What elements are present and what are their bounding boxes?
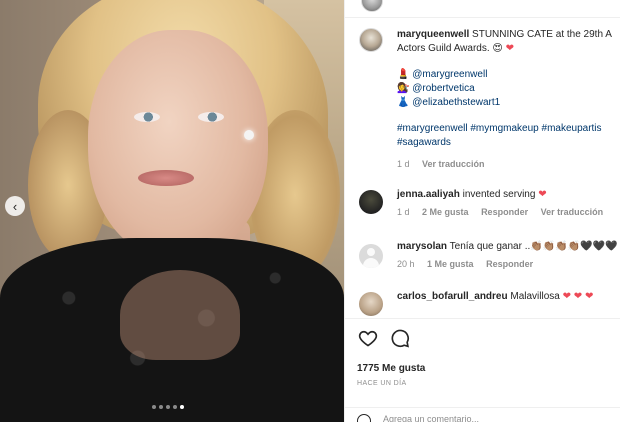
comments-list: maryqueenwell STUNNING CATE at the 29th … bbox=[345, 18, 620, 318]
default-avatar-icon[interactable] bbox=[359, 244, 383, 268]
reply-button[interactable]: Responder bbox=[481, 207, 528, 217]
comment-item: marysolan Tenía que ganar ..👏🏽👏🏽👏🏽👏🏽🖤🖤🖤 … bbox=[345, 240, 620, 269]
comment-time[interactable]: 1 d bbox=[397, 207, 410, 217]
comment-likes[interactable]: 2 Me gusta bbox=[422, 207, 469, 217]
carousel-dot bbox=[173, 405, 177, 409]
carousel-dot bbox=[166, 405, 170, 409]
smile-icon[interactable] bbox=[357, 414, 371, 422]
posted-ago[interactable]: HACE UN DÍA bbox=[357, 380, 407, 387]
reply-button[interactable]: Responder bbox=[486, 259, 533, 269]
heart-icon bbox=[358, 330, 378, 347]
chevron-left-icon: ‹ bbox=[12, 198, 18, 214]
photo-eye-right bbox=[198, 112, 224, 122]
author-avatar[interactable] bbox=[361, 0, 383, 12]
caption-text-line2: Actors Guild Awards. bbox=[397, 43, 490, 54]
translate-link[interactable]: Ver traducción bbox=[422, 159, 485, 169]
carousel-dots bbox=[152, 405, 184, 409]
avatar[interactable] bbox=[359, 190, 383, 214]
carousel-dot bbox=[152, 405, 156, 409]
caption-username[interactable]: maryqueenwell bbox=[397, 29, 469, 40]
translate-link[interactable]: Ver traducción bbox=[541, 207, 604, 217]
add-comment-bar: Agrega un comentario... bbox=[345, 407, 620, 422]
photo-eye-left bbox=[134, 112, 160, 122]
heart-icon: ❤ bbox=[505, 43, 515, 54]
post-header bbox=[345, 0, 620, 18]
comment-text: Tenía que ganar .. bbox=[449, 241, 531, 252]
photo-lips bbox=[138, 170, 194, 186]
mention-link[interactable]: @elizabethstewart1 bbox=[412, 97, 500, 108]
hashtag-sagawards[interactable]: #sagawards bbox=[397, 137, 451, 148]
comment-username[interactable]: marysolan bbox=[397, 241, 447, 252]
comment-username[interactable]: jenna.aaliyah bbox=[397, 189, 460, 200]
photo-lace-sheer bbox=[120, 270, 240, 360]
photo-earring bbox=[244, 130, 254, 140]
action-icons bbox=[357, 327, 411, 349]
photo-face bbox=[88, 30, 268, 260]
carousel-dot bbox=[159, 405, 163, 409]
carousel-dot-active bbox=[180, 405, 184, 409]
comment-text: Malavillosa bbox=[510, 291, 560, 302]
hashtags[interactable]: #marygreenwell #mymgmakeup #makeupartis bbox=[397, 123, 602, 134]
lipstick-emoji: 💄 bbox=[397, 69, 410, 80]
post-side-panel: maryqueenwell STUNNING CATE at the 29th … bbox=[344, 0, 620, 422]
heart-emoji: ❤ bbox=[538, 189, 547, 200]
mention-link[interactable]: @marygreenwell bbox=[412, 69, 487, 80]
heart-emoji: ❤ ❤ ❤ bbox=[562, 291, 594, 302]
clap-emojis: 👏🏽👏🏽👏🏽👏🏽🖤🖤🖤 bbox=[530, 241, 618, 252]
comment-username[interactable]: carlos_bofarull_andreu bbox=[397, 291, 508, 302]
comment-input[interactable]: Agrega un comentario... bbox=[383, 414, 479, 422]
comment-button[interactable] bbox=[389, 327, 411, 349]
comment-time[interactable]: 20 h bbox=[397, 259, 415, 269]
avatar[interactable] bbox=[359, 28, 383, 52]
comment-likes[interactable]: 1 Me gusta bbox=[427, 259, 474, 269]
comment-text: invented serving bbox=[462, 189, 536, 200]
post-actions: 1775 Me gusta HACE UN DÍA Agrega un come… bbox=[345, 318, 620, 422]
carousel-prev-button[interactable]: ‹ bbox=[5, 196, 25, 216]
caption-time[interactable]: 1 d bbox=[397, 159, 410, 169]
like-button[interactable] bbox=[357, 327, 379, 349]
avatar[interactable] bbox=[359, 292, 383, 316]
mention-link[interactable]: @robertvetica bbox=[412, 83, 474, 94]
likes-count[interactable]: 1775 Me gusta bbox=[357, 363, 425, 374]
caption-text-line1: STUNNING CATE at the 29th A bbox=[472, 29, 612, 40]
caption-entry: maryqueenwell STUNNING CATE at the 29th … bbox=[345, 28, 616, 169]
haircut-emoji: 💇‍♀️ bbox=[397, 83, 410, 94]
comment-item: carlos_bofarull_andreu Malavillosa ❤ ❤ ❤ bbox=[345, 290, 597, 316]
post-photo[interactable]: ‹ bbox=[0, 0, 344, 422]
comment-icon bbox=[391, 329, 410, 348]
instagram-post: ‹ maryqueenwell STUNNING CATE at the 29t… bbox=[0, 0, 620, 422]
comment-item: jenna.aaliyah invented serving ❤ 1 d 2 M… bbox=[345, 188, 617, 217]
dress-emoji: 👗 bbox=[397, 97, 410, 108]
heart-eyes-emoji: 😍 bbox=[492, 43, 503, 54]
